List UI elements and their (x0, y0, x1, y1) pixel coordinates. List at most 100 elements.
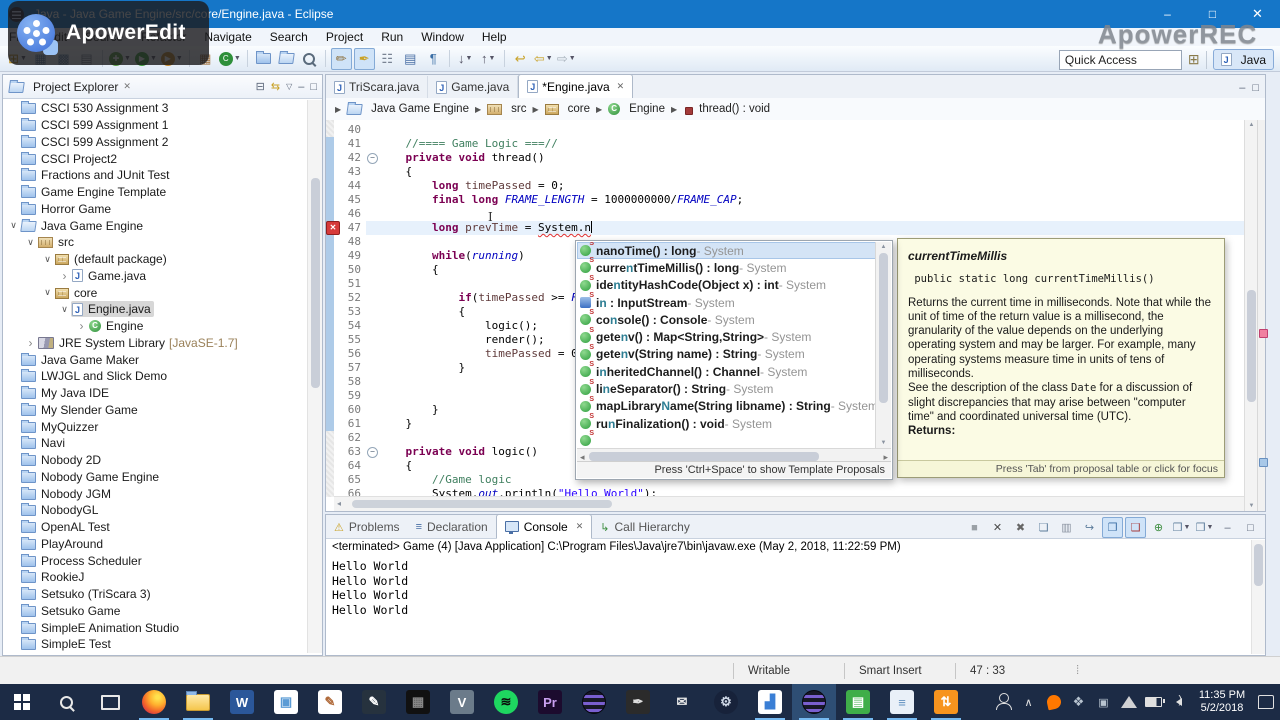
import-folder-icon[interactable] (276, 48, 297, 70)
tab-close-icon[interactable]: ✕ (617, 81, 625, 92)
proposal-console-console[interactable]: console() : Console - System (577, 309, 876, 328)
editor-vscrollbar[interactable]: ▲ ▼ (1244, 120, 1258, 511)
proposal-maplibraryname-string-libname-string[interactable]: mapLibraryName(String libname) : String … (577, 396, 876, 415)
tree-item-csci-599-assignment-1[interactable]: CSCI 599 Assignment 1 (3, 117, 308, 134)
line-number[interactable]: 49 (334, 249, 366, 263)
steam-taskbar-icon[interactable]: ⚙ (704, 684, 748, 720)
tree-item-my-java-ide[interactable]: My Java IDE (3, 385, 308, 402)
code-line-45[interactable]: 45 final long FRAME_LENGTH = 1000000000/… (334, 193, 1244, 207)
content-assist-vscrollbar[interactable]: ▲ ▼ (875, 242, 891, 448)
open-perspective-icon[interactable]: ⊞ (1188, 51, 1200, 68)
tree-item-default-package[interactable]: ∨ (default package) (3, 251, 308, 268)
notepad-taskbar-icon[interactable]: ≡ (880, 684, 924, 720)
line-number[interactable]: 65 (334, 473, 366, 487)
line-number[interactable]: 54 (334, 319, 366, 333)
show-selected-icon[interactable]: ▤ (400, 48, 421, 70)
code-line-47[interactable]: 47 long prevTime = System.n (334, 221, 1244, 235)
tree-expand-icon[interactable]: ∨ (41, 254, 54, 265)
overview-cursor-marker[interactable] (1259, 458, 1268, 467)
eclipse-window-taskbar-icon[interactable] (792, 684, 836, 720)
tray-expand-tray-icon[interactable]: ∧ (1016, 684, 1041, 720)
view-menu-icon[interactable]: ▽ (286, 82, 292, 91)
volume-tray-icon[interactable] (1166, 684, 1191, 720)
tree-item-csci-project2[interactable]: CSCI Project2 (3, 150, 308, 167)
line-number[interactable]: 63 (334, 445, 366, 459)
last-edit-location-icon[interactable]: ↩ (510, 48, 531, 70)
editor-tab-game-java[interactable]: J Game.java (428, 76, 519, 98)
dropbox-tray-icon[interactable]: ❖ (1066, 684, 1091, 720)
tree-item-my-slender-game[interactable]: My Slender Game (3, 402, 308, 419)
line-number[interactable]: 45 (334, 193, 366, 207)
proposal-identityhashcode-object-x-int[interactable]: identityHashCode(Object x) : int - Syste… (577, 275, 876, 294)
line-number[interactable]: 50 (334, 263, 366, 277)
menu-search[interactable]: Search (261, 28, 317, 46)
fold-collapse-icon[interactable]: − (367, 153, 378, 164)
minimize-icon[interactable]: – (1217, 517, 1238, 538)
line-number[interactable]: 56 (334, 347, 366, 361)
premiere-taskbar-icon[interactable]: Pr (528, 684, 572, 720)
avast-tray-icon[interactable] (1041, 684, 1066, 720)
breadcrumb-src[interactable]: src (485, 103, 528, 115)
tree-item-setsuko-triscara-3[interactable]: Setsuko (TriScara 3) (3, 586, 308, 603)
proposal-runfinalization-void[interactable]: runFinalization() : void - System (577, 413, 876, 432)
code-line-43[interactable]: 43 { (334, 165, 1244, 179)
proposal-more[interactable] (577, 430, 876, 448)
show-stdout-icon[interactable]: ❐ (1102, 517, 1123, 538)
tree-expand-icon[interactable]: › (58, 270, 71, 282)
proposal-lineseparator-string[interactable]: lineSeparator() : String - System (577, 379, 876, 397)
tree-item-playaround[interactable]: PlayAround (3, 536, 308, 553)
vmware-taskbar-icon[interactable]: V (440, 684, 484, 720)
proposal-nanotime-long[interactable]: nanoTime() : long - System (577, 242, 876, 260)
tree-item-process-scheduler[interactable]: Process Scheduler (3, 552, 308, 569)
misc-tray-icon[interactable]: ▣ (1091, 684, 1116, 720)
quick-access-input[interactable]: Quick Access (1058, 49, 1182, 70)
code-line-46[interactable]: 46 (334, 207, 1244, 221)
tree-item-setsuko-game[interactable]: Setsuko Game (3, 603, 308, 620)
tree-item-rookiej[interactable]: RookieJ (3, 569, 308, 586)
line-number[interactable]: 61 (334, 417, 366, 431)
file-explorer-taskbar-icon[interactable] (176, 684, 220, 720)
back-icon[interactable]: ⇦ ▼ (533, 48, 554, 70)
tree-item-engine[interactable]: › C Engine (3, 318, 308, 335)
sync-app-taskbar-icon[interactable]: ⇅ (924, 684, 968, 720)
menu-project[interactable]: Project (317, 28, 372, 46)
minimize-view-icon[interactable]: – (298, 81, 304, 93)
wifi-tray-icon[interactable] (1116, 684, 1141, 720)
action-center-icon[interactable] (1253, 684, 1278, 720)
next-annotation-icon[interactable]: ↓ ▼ (455, 48, 476, 70)
new-class-icon[interactable]: C ▼ (218, 48, 242, 70)
link-with-editor-icon[interactable]: ⇆ (271, 80, 280, 93)
remove-all-terminated-icon[interactable]: ✖ (1010, 517, 1031, 538)
editor-maximize-icon[interactable]: □ (1252, 82, 1259, 94)
tree-item-jre-system-library[interactable]: › JRE System Library [JavaSE-1.7] (3, 335, 308, 352)
line-number[interactable]: 55 (334, 333, 366, 347)
console-tab-console[interactable]: Console ✕ (495, 514, 593, 539)
console-scrollbar[interactable] (1251, 540, 1265, 654)
maximize-icon[interactable]: □ (1240, 517, 1261, 538)
tree-item-engine-java[interactable]: ∨ J Engine.java (3, 301, 308, 318)
terminate-icon[interactable]: ■ (964, 517, 985, 538)
tree-item-fractions-and-junit-test[interactable]: Fractions and JUnit Test (3, 167, 308, 184)
search-taskbar-icon[interactable] (44, 684, 88, 720)
eclipse-taskbar-icon[interactable] (572, 684, 616, 720)
editor-tab-triscara-java[interactable]: J TriScara.java (326, 76, 429, 98)
menu-window[interactable]: Window (412, 28, 473, 46)
proposal-in-inputstream[interactable]: in : InputStream - System (577, 292, 876, 311)
remove-launch-icon[interactable]: ✕ (987, 517, 1008, 538)
tree-item-openal-test[interactable]: OpenAL Test (3, 519, 308, 536)
clear-console-icon[interactable]: ❏ (1033, 517, 1054, 538)
code-line-41[interactable]: 41 //==== Game Logic ===// (334, 137, 1244, 151)
monitor-app-taskbar-icon[interactable]: ▟ (748, 684, 792, 720)
line-number[interactable]: 42 (334, 151, 366, 165)
breadcrumb-thread-void[interactable]: thread() : void (681, 103, 772, 115)
line-number[interactable]: 48 (334, 235, 366, 249)
line-number[interactable]: 51 (334, 277, 366, 291)
show-stderr-icon[interactable]: ❑ (1125, 517, 1146, 538)
tree-item-simplee-test[interactable]: SimpleE Test (3, 636, 308, 653)
start-taskbar-icon[interactable] (0, 684, 44, 720)
line-number[interactable]: 40 (334, 123, 366, 137)
taskbar-clock[interactable]: 11:35 PM 5/2/2018 (1191, 684, 1253, 720)
editor-minimize-icon[interactable]: – (1239, 82, 1245, 94)
line-number[interactable]: 46 (334, 207, 366, 221)
mark-occurrences-icon[interactable]: ✏ (330, 47, 352, 70)
